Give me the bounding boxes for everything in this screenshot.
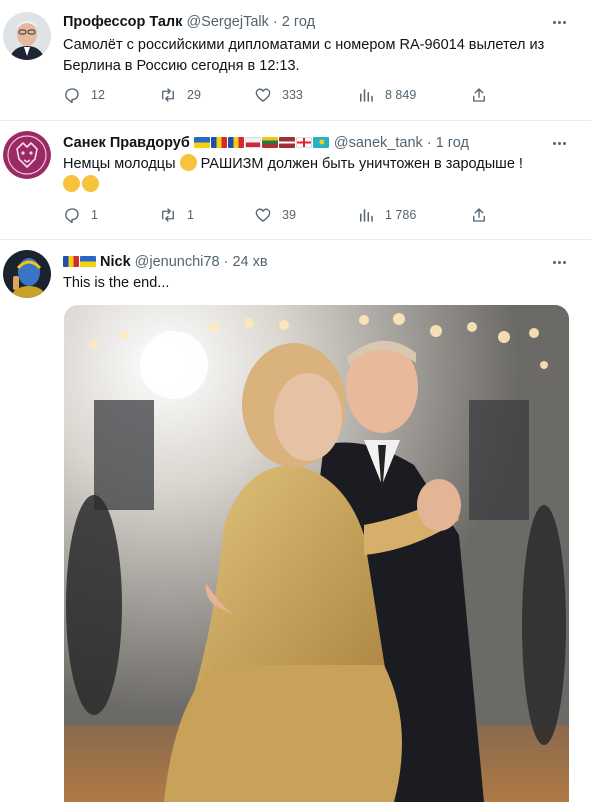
flag-kazakhstan-icon: [312, 137, 329, 148]
timestamp[interactable]: 2 год: [282, 14, 315, 30]
retweet-icon: [162, 88, 174, 102]
views-button[interactable]: 1 786: [357, 206, 416, 224]
like-icon: [255, 88, 271, 102]
retweet-count: 1: [187, 208, 194, 222]
like-icon: [255, 208, 271, 222]
share-button[interactable]: [470, 206, 488, 224]
views-icon: [360, 209, 373, 222]
fist-bump-icon: [82, 175, 99, 192]
views-count: 1 786: [385, 208, 417, 222]
retweet-button[interactable]: 29: [159, 86, 201, 104]
tweet-2[interactable]: Санек Правдоруб @sanek_tank · 1 год Немц…: [0, 121, 591, 240]
flag-georgia-icon: [295, 137, 312, 148]
flag-ukraine-icon: [193, 137, 210, 148]
tweet-text-part: РАШИЗМ должен быть уничтожен в зародыше …: [196, 156, 523, 172]
tweet-text: Самолёт с российскими дипломатами с номе…: [63, 37, 545, 74]
reply-button[interactable]: 1: [63, 206, 98, 224]
flag-ukraine-icon: [80, 256, 96, 267]
retweet-button[interactable]: 1: [159, 206, 194, 224]
dancing-couple-image: [64, 305, 569, 802]
separator-dot: ·: [223, 254, 229, 270]
like-count: 333: [282, 88, 303, 102]
avatar[interactable]: [3, 131, 51, 179]
like-button[interactable]: 333: [254, 86, 303, 104]
separator-dot: ·: [426, 135, 432, 151]
reply-button[interactable]: 12: [63, 86, 105, 104]
thumbs-up-icon: [63, 175, 80, 192]
author-name[interactable]: Nick: [100, 254, 131, 270]
views-button[interactable]: 8 849: [357, 86, 416, 104]
share-icon: [473, 208, 485, 222]
tweet-actions: 12 29 333 8 849: [63, 86, 591, 108]
like-button[interactable]: 39: [254, 206, 296, 224]
flag-romania-icon: [227, 137, 244, 148]
author-name[interactable]: Профессор Талк: [63, 14, 182, 30]
tweet-text: This is the end...: [63, 275, 170, 291]
retweet-icon: [162, 208, 174, 222]
reply-count: 1: [91, 208, 98, 222]
tweet-1[interactable]: Профессор Талк @SergejTalk · 2 год Самол…: [0, 0, 591, 121]
flag-romania-icon: [63, 256, 79, 267]
more-icon[interactable]: [549, 133, 569, 153]
author-handle[interactable]: @SergejTalk: [186, 14, 268, 30]
flag-lithuania-icon: [261, 137, 278, 148]
author-name[interactable]: Санек Правдоруб: [63, 135, 190, 151]
avatar[interactable]: [3, 250, 51, 298]
more-icon[interactable]: [549, 12, 569, 32]
reply-count: 12: [91, 88, 105, 102]
timestamp[interactable]: 24 хв: [232, 254, 267, 270]
tweet-header: Nick @jenunchi78 · 24 хв: [63, 252, 551, 272]
views-icon: [360, 89, 373, 102]
flag-latvia-icon: [278, 137, 295, 148]
tweet-image[interactable]: [64, 305, 569, 802]
views-count: 8 849: [385, 88, 417, 102]
flags: [193, 135, 334, 151]
more-icon[interactable]: [549, 252, 569, 272]
tweet-header: Профессор Талк @SergejTalk · 2 год: [63, 12, 551, 32]
retweet-count: 29: [187, 88, 201, 102]
tweet-actions: 1 1 39 1 786: [63, 206, 591, 228]
separator-dot: ·: [272, 14, 278, 30]
like-count: 39: [282, 208, 296, 222]
share-icon: [473, 88, 485, 102]
tweet-header: Санек Правдоруб @sanek_tank · 1 год: [63, 133, 551, 153]
flag-poland-icon: [244, 137, 261, 148]
flag-moldova-icon: [210, 137, 227, 148]
tweet-text: Немцы молодцы РАШИЗМ должен быть уничтож…: [63, 154, 561, 196]
clapping-hands-icon: [179, 154, 197, 171]
avatar[interactable]: [3, 12, 51, 60]
reply-icon: [65, 88, 79, 104]
reply-icon: [65, 208, 79, 224]
tweet-text-part: Немцы молодцы: [63, 156, 180, 172]
timestamp[interactable]: 1 год: [436, 135, 469, 151]
author-handle[interactable]: @sanek_tank: [334, 135, 423, 151]
author-handle[interactable]: @jenunchi78: [135, 254, 220, 270]
share-button[interactable]: [470, 86, 488, 104]
